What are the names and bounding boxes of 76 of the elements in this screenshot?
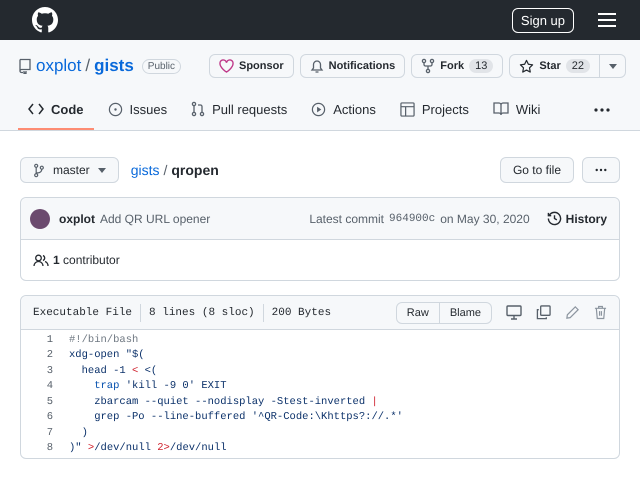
- breadcrumb-repo-link[interactable]: gists: [130, 162, 160, 178]
- pencil-icon[interactable]: [565, 305, 580, 320]
- repo-tab[interactable]: Code: [18, 90, 94, 130]
- star-count: 22: [566, 59, 590, 73]
- file-view-button[interactable]: Raw: [396, 302, 440, 324]
- star-icon: [519, 58, 534, 74]
- heart-icon: [219, 59, 234, 73]
- line-number: 3: [46, 364, 54, 377]
- history-link[interactable]: History: [546, 211, 607, 226]
- repo-tab[interactable]: Actions: [301, 90, 386, 130]
- file-view-button[interactable]: Blame: [440, 302, 492, 324]
- star-button[interactable]: Star 22: [509, 54, 600, 78]
- repo-name-link[interactable]: gists: [94, 56, 134, 76]
- file-info-text: 200 Bytes: [272, 306, 332, 318]
- line-number: 7: [46, 426, 54, 439]
- go-to-file-button[interactable]: Go to file: [500, 157, 574, 183]
- bell-icon: [310, 58, 324, 74]
- branch-button[interactable]: master: [20, 157, 119, 183]
- line-number: 1: [46, 334, 54, 346]
- line-number: 8: [46, 442, 54, 454]
- fork-button[interactable]: Fork 13: [411, 54, 504, 78]
- commit-author-link[interactable]: oxplot: [59, 212, 95, 226]
- file-info-text: Executable File: [33, 306, 132, 318]
- path-separator: /: [163, 162, 168, 178]
- commit-message-link[interactable]: Add QR URL opener: [100, 212, 304, 226]
- avatar: [30, 208, 50, 228]
- code-line: grep -Po --line-buffered '^QR-Code:\Khttps?://.*': [93, 411, 403, 424]
- menu-icon[interactable]: [598, 13, 616, 27]
- more-icon: [595, 168, 607, 172]
- code-line: xdg-open "$(: [69, 349, 145, 362]
- code-line: ): [80, 426, 88, 439]
- repo-owner-link[interactable]: oxplot: [36, 56, 82, 76]
- sign-up-button[interactable]: Sign up: [512, 8, 574, 32]
- history-icon: [546, 211, 562, 226]
- trash-icon[interactable]: [594, 305, 607, 320]
- code-icon: [28, 103, 44, 115]
- pull-request-icon: [191, 101, 206, 117]
- line-number: 2: [46, 349, 54, 362]
- repo-tab[interactable]: Wiki: [482, 90, 550, 130]
- line-number: 4: [46, 380, 54, 392]
- code-line: #!/bin/bash: [69, 334, 138, 346]
- fork-icon: [421, 58, 436, 74]
- visibility-label: Public: [142, 58, 182, 74]
- repo-icon: [18, 58, 32, 74]
- commit-prefix: Latest commit: [309, 212, 384, 226]
- path-separator: /: [85, 56, 90, 76]
- contributors-link[interactable]: 1 contributor: [53, 253, 120, 267]
- notifications-button[interactable]: Notifications: [300, 54, 406, 78]
- repo-tab[interactable]: Projects: [390, 90, 479, 130]
- code-line: )" >/dev/null 2>/dev/null: [69, 442, 227, 454]
- commit-date: on May 30, 2020: [440, 212, 530, 226]
- line-number: 5: [46, 396, 54, 408]
- fork-count: 13: [469, 59, 494, 73]
- commit-sha-link[interactable]: 964900c: [389, 212, 436, 224]
- people-icon: [33, 254, 49, 266]
- caret-icon: [608, 64, 616, 68]
- star-dropdown-button[interactable]: [600, 54, 626, 78]
- repo-tab[interactable]: Issues: [98, 90, 178, 130]
- code-line: trap 'kill -9 0' EXIT: [93, 380, 227, 392]
- play-icon: [311, 102, 326, 116]
- repo-tab[interactable]: Pull requests: [181, 90, 298, 130]
- issue-icon: [108, 102, 122, 116]
- code-line: head -1 < <(: [80, 364, 158, 377]
- book-icon: [492, 102, 509, 116]
- branch-icon: [33, 162, 45, 178]
- cat-logo-icon[interactable]: [32, 7, 58, 33]
- copy-icon[interactable]: [536, 305, 551, 320]
- file-name: qropen: [171, 162, 219, 178]
- sponsor-button[interactable]: Sponsor: [209, 54, 294, 78]
- code-line: zbarcam --quiet --nodisplay -Stest-inverted |: [93, 396, 378, 408]
- more-icon[interactable]: [594, 108, 610, 112]
- table-icon: [400, 102, 415, 116]
- line-number: 6: [46, 411, 54, 424]
- caret-icon: [98, 168, 106, 172]
- desktop-icon[interactable]: [506, 305, 522, 320]
- file-info-text: 8 lines (8 sloc): [149, 306, 255, 318]
